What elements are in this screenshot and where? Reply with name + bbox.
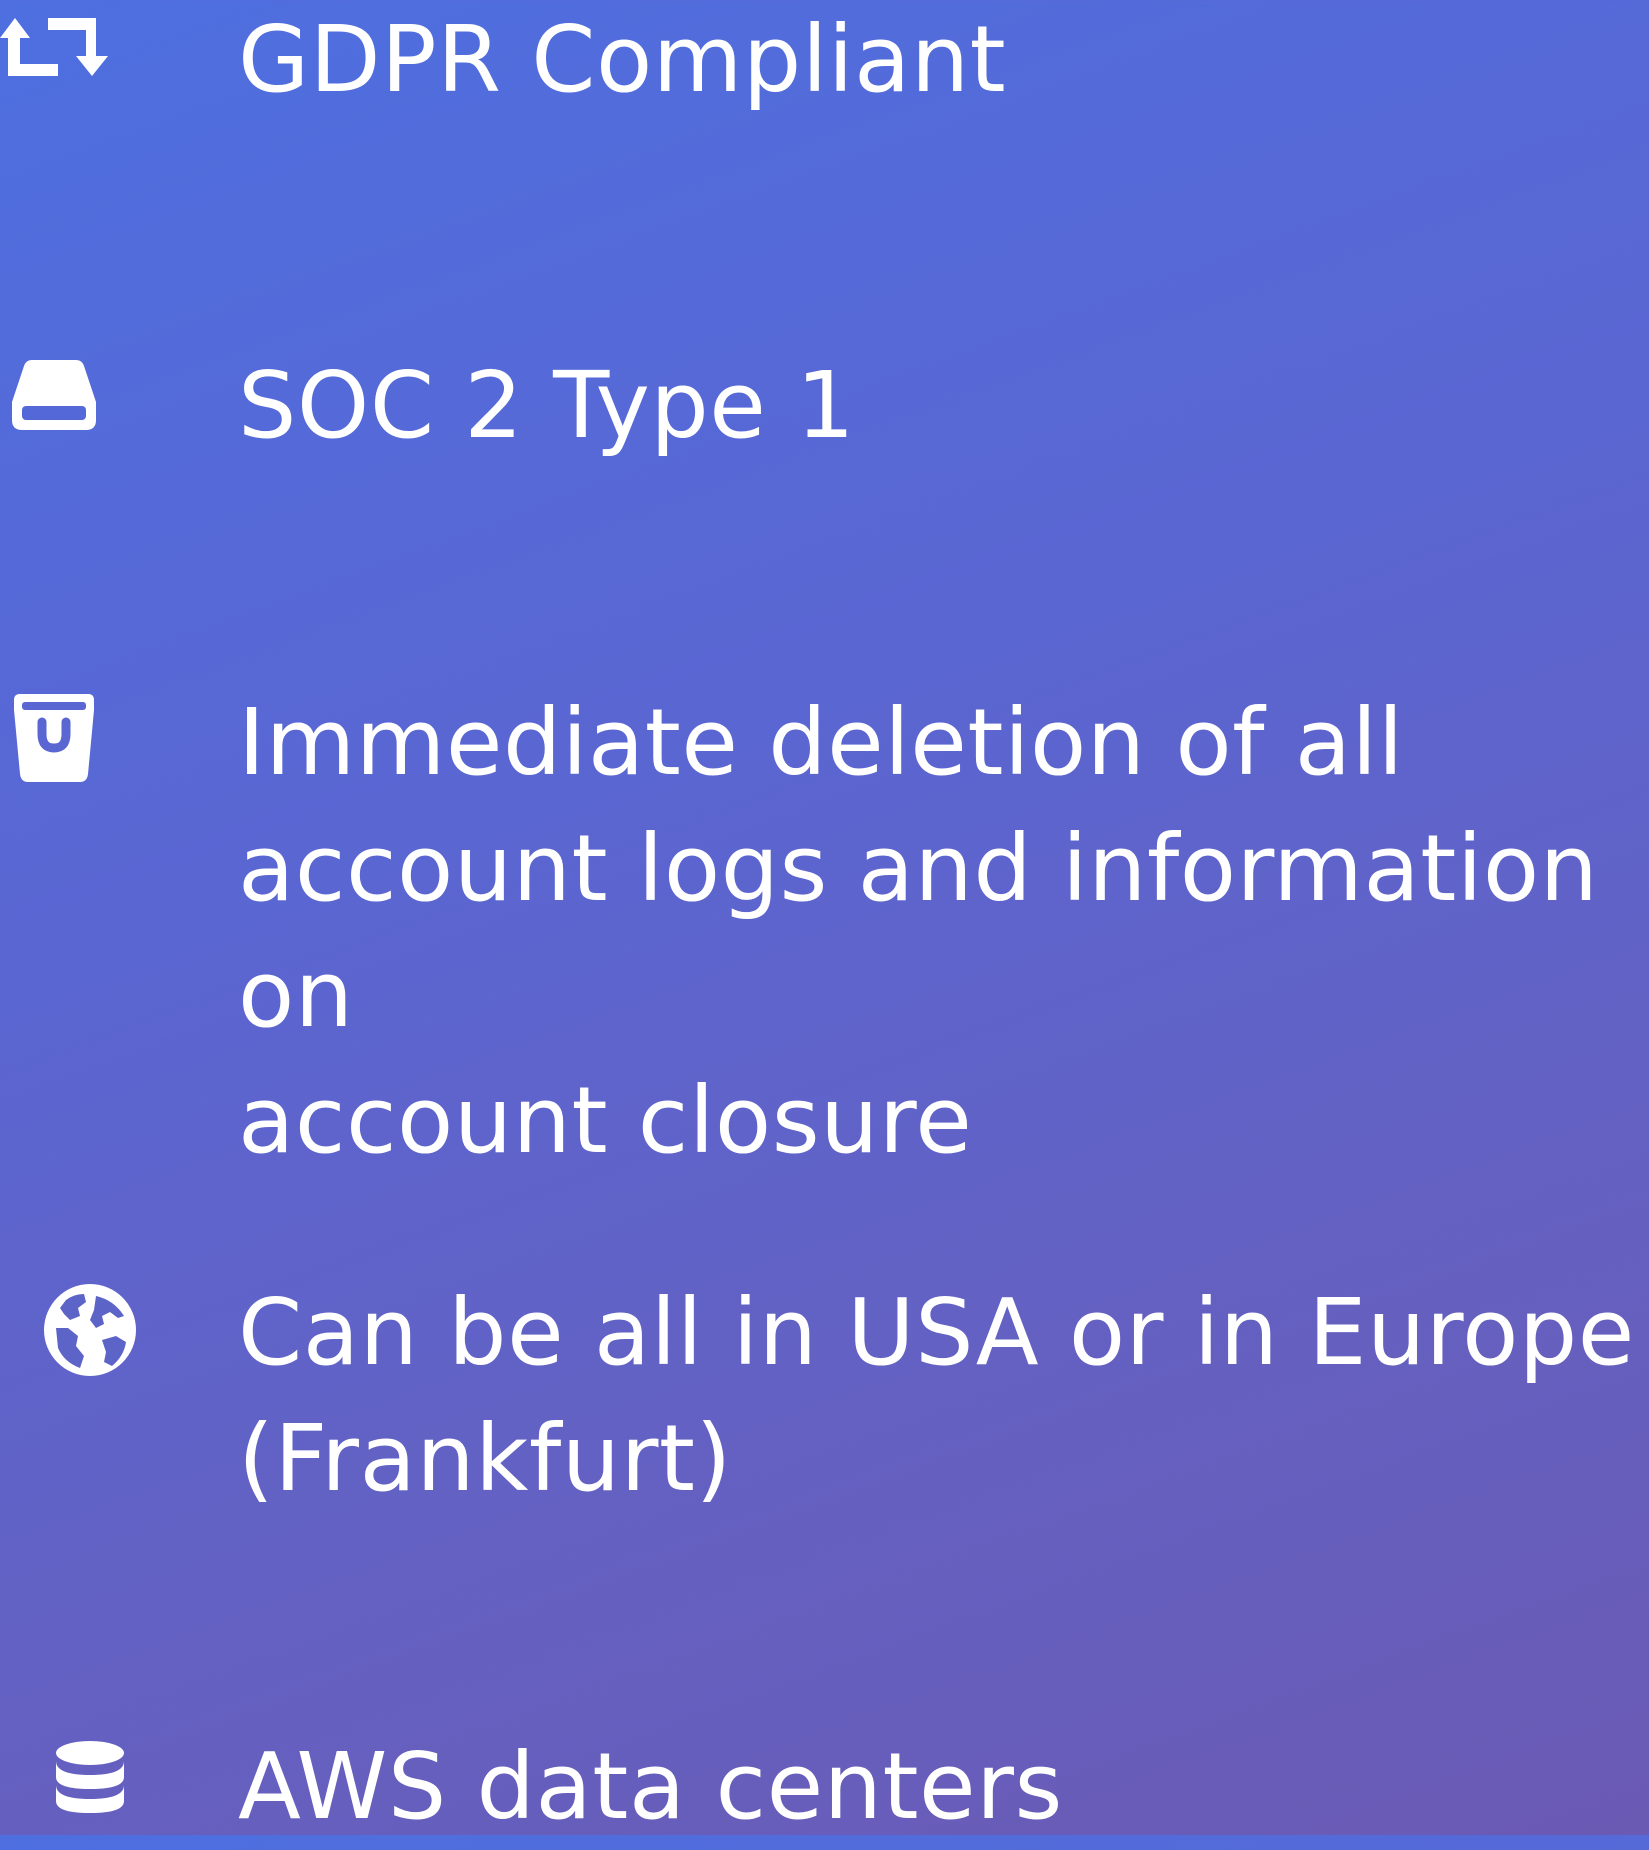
feature-label: Can be all in USA or in Europe (Frankfur…: [238, 1279, 1635, 1512]
shopping-bag-icon: [14, 694, 94, 782]
feature-label: GDPR Compliant: [238, 6, 1007, 113]
feature-label: Immediate deletion of all account logs a…: [238, 689, 1599, 1174]
retweet-icon: [0, 18, 108, 76]
hard-drive-icon: [12, 360, 96, 430]
feature-list: GDPR Compliant SOC 2 Type 1 Immediate de…: [0, 0, 1649, 1840]
database-icon: [56, 1741, 124, 1813]
feature-label: SOC 2 Type 1: [238, 352, 856, 459]
globe-icon: [44, 1284, 136, 1376]
feature-label: AWS data centers: [238, 1733, 1063, 1840]
